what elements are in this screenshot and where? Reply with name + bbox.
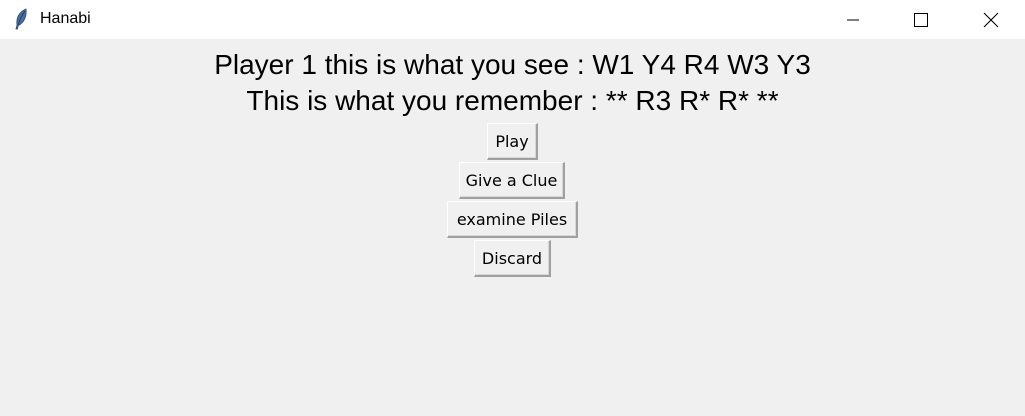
close-button[interactable] <box>968 0 1014 39</box>
play-button[interactable]: Play <box>487 123 538 160</box>
window-client-area: Player 1 this is what you see : W1 Y4 R4… <box>0 39 1025 416</box>
remembered-cards-label: This is what you remember : ** R3 R* R* … <box>246 85 779 116</box>
window-title: Hanabi <box>40 10 91 27</box>
maximize-button[interactable] <box>898 0 944 39</box>
feather-icon <box>13 8 29 30</box>
give-clue-button[interactable]: Give a Clue <box>459 162 565 199</box>
close-icon <box>983 12 999 27</box>
minimize-button[interactable] <box>830 0 876 39</box>
visible-cards-label: Player 1 this is what you see : W1 Y4 R4… <box>214 49 811 80</box>
examine-piles-button[interactable]: examine Piles <box>447 201 578 238</box>
title-bar: Hanabi <box>0 0 1025 39</box>
maximize-icon <box>914 12 928 27</box>
discard-button[interactable]: Discard <box>474 240 551 277</box>
minimize-icon <box>847 19 859 20</box>
